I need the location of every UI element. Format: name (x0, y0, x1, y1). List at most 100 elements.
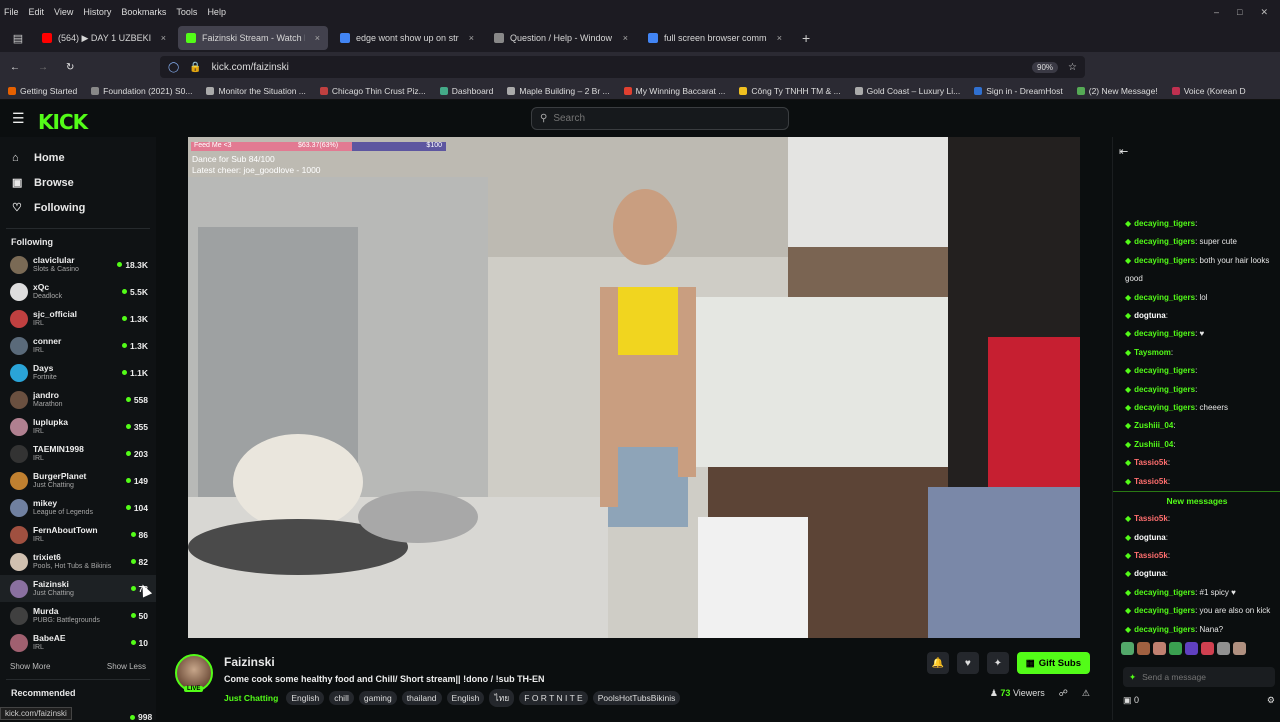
emote-icon[interactable] (1217, 642, 1230, 655)
following-channel[interactable]: claviclular Slots & Casino 18.3K (0, 251, 156, 278)
emote-icon[interactable] (1153, 642, 1166, 655)
minimize-icon[interactable]: – (1214, 7, 1219, 18)
chat-username[interactable]: decaying_tigers (1134, 588, 1195, 597)
chat-username[interactable]: decaying_tigers (1134, 219, 1195, 228)
following-channel[interactable]: luplupka IRL 355 (0, 413, 156, 440)
star-icon[interactable]: ☆ (1068, 62, 1085, 73)
chat-username[interactable]: decaying_tigers (1134, 329, 1195, 338)
tab-close-icon[interactable]: × (623, 33, 628, 43)
chat-username[interactable]: Tassio5k (1134, 458, 1168, 467)
category-link[interactable]: Just Chatting (224, 693, 278, 703)
browser-tab[interactable]: full screen browser command - × (640, 26, 790, 50)
browser-tab[interactable]: Faizinski Stream - Watch Live × (178, 26, 328, 50)
bookmark-item[interactable]: Gold Coast – Luxury Li... (854, 86, 960, 96)
chat-input[interactable] (1142, 672, 1253, 682)
chat-username[interactable]: Zushiii_04 (1134, 421, 1173, 430)
chat-username[interactable]: decaying_tigers (1134, 625, 1195, 634)
browser-tab[interactable]: (564) ▶ DAY 1 UZBEKISTAN × (34, 26, 174, 50)
tab-list-icon[interactable]: ▤ (6, 32, 30, 45)
url-bar[interactable]: ◯ 🔒 kick.com/faizinski 90% ☆ (160, 56, 1085, 78)
heart-icon[interactable]: ♥ (956, 652, 979, 674)
following-channel[interactable]: FernAboutTown IRL 86 (0, 521, 156, 548)
search-box[interactable]: ⚲ (531, 107, 789, 130)
stream-tag[interactable]: gaming (358, 691, 397, 705)
stream-tag[interactable]: chill (329, 691, 354, 705)
tab-close-icon[interactable]: × (315, 33, 320, 43)
streamer-name[interactable]: Faizinski (224, 655, 275, 669)
forward-icon[interactable]: → (38, 62, 48, 73)
following-channel[interactable]: Faizinski Just Chatting 78 (0, 575, 156, 602)
show-more-button[interactable]: Show More (10, 662, 50, 671)
bookmark-item[interactable]: Sign in - DreamHost (974, 86, 1063, 96)
bookmark-item[interactable]: Công Ty TNHH TM & ... (739, 86, 841, 96)
close-icon[interactable]: ✕ (1260, 7, 1268, 18)
bookmark-item[interactable]: Maple Building – 2 Br ... (507, 86, 610, 96)
following-channel[interactable]: Murda PUBG: Battlegrounds 50 (0, 602, 156, 629)
show-less-button[interactable]: Show Less (107, 662, 146, 671)
stream-tag[interactable]: English (446, 691, 485, 705)
emote-icon[interactable] (1169, 642, 1182, 655)
chat-username[interactable]: Zushiii_04 (1134, 440, 1173, 449)
search-input[interactable] (553, 113, 754, 124)
bookmark-item[interactable]: Getting Started (8, 86, 77, 96)
emote-icon[interactable] (1137, 642, 1150, 655)
following-channel[interactable]: sjc_official IRL 1.3K (0, 305, 156, 332)
menu-item-bookmarks[interactable]: Bookmarks (121, 7, 166, 17)
following-channel[interactable]: conner IRL 1.3K (0, 332, 156, 359)
chat-username[interactable]: decaying_tigers (1134, 237, 1195, 246)
stream-tag[interactable]: ไทย (489, 689, 515, 707)
stream-tag[interactable]: thailand (401, 691, 442, 705)
tab-close-icon[interactable]: × (469, 33, 474, 43)
sidebar-item-browse[interactable]: ▣ Browse (0, 170, 156, 195)
chat-input-box[interactable]: ✦ (1123, 667, 1275, 687)
kick-logo[interactable]: KICK (38, 110, 88, 134)
sidebar-item-following[interactable]: ♡ Following (0, 195, 156, 220)
browser-tab[interactable]: Question / Help - Window capt × (486, 26, 636, 50)
chat-username[interactable]: decaying_tigers (1134, 366, 1195, 375)
collapse-chat-icon[interactable]: ⇤ (1119, 145, 1128, 158)
chat-username[interactable]: decaying_tigers (1134, 256, 1195, 265)
menu-item-help[interactable]: Help (207, 7, 226, 17)
new-tab-button[interactable]: + (802, 30, 810, 46)
menu-item-file[interactable]: File (4, 7, 19, 17)
zoom-level[interactable]: 90% (1032, 61, 1059, 73)
gift-subs-button[interactable]: ▦ Gift Subs (1016, 652, 1090, 674)
following-channel[interactable]: xQc Deadlock 5.5K (0, 278, 156, 305)
bookmark-item[interactable]: Dashboard (439, 86, 493, 96)
url-text[interactable]: kick.com/faizinski (212, 62, 289, 73)
browser-tab[interactable]: edge wont show up on streamlabs × (332, 26, 482, 50)
menu-item-tools[interactable]: Tools (176, 7, 197, 17)
report-icon[interactable]: ⚠ (1082, 688, 1090, 699)
chat-username[interactable]: decaying_tigers (1134, 293, 1195, 302)
points-display[interactable]: ▣ 0 (1123, 695, 1139, 706)
following-channel[interactable]: Days Fortnite 1.1K (0, 359, 156, 386)
reload-icon[interactable]: ↻ (66, 62, 74, 73)
following-channel[interactable]: mikey League of Legends 104 (0, 494, 156, 521)
stream-tag[interactable]: PoolsHotTubsBikinis (592, 691, 681, 705)
menu-icon[interactable]: ☰ (12, 110, 25, 127)
settings-icon[interactable]: ⚙ (1267, 695, 1275, 706)
menu-item-view[interactable]: View (54, 7, 73, 17)
chat-username[interactable]: Taysmom (1134, 348, 1171, 357)
chat-username[interactable]: dogtuna (1134, 533, 1166, 542)
chat-username[interactable]: Tassio5k (1134, 514, 1168, 523)
menu-item-history[interactable]: History (83, 7, 111, 17)
emote-icon[interactable] (1233, 642, 1246, 655)
bell-icon[interactable]: 🔔 (926, 652, 949, 674)
following-channel[interactable]: trixiet6 Pools, Hot Tubs & Bikinis 82 (0, 548, 156, 575)
menu-item-edit[interactable]: Edit (29, 7, 45, 17)
shield-icon[interactable]: ◯ (168, 62, 179, 73)
emote-icon[interactable] (1121, 642, 1134, 655)
chat-username[interactable]: dogtuna (1134, 569, 1166, 578)
chat-username[interactable]: decaying_tigers (1134, 606, 1195, 615)
tab-close-icon[interactable]: × (777, 33, 782, 43)
emote-icon[interactable] (1185, 642, 1198, 655)
emote-icon[interactable] (1201, 642, 1214, 655)
bookmark-item[interactable]: Voice (Korean D (1171, 86, 1246, 96)
following-channel[interactable]: jandro Marathon 558 (0, 386, 156, 413)
stream-tag[interactable]: F O R T N I T E (519, 691, 588, 705)
emote-picker-icon[interactable]: ✦ (1129, 672, 1136, 683)
video-player[interactable]: Feed Me <3 $63.37(63%) $100 Dance for Su… (188, 137, 1080, 638)
following-channel[interactable]: TAEMIN1998 IRL 203 (0, 440, 156, 467)
bookmark-item[interactable]: Foundation (2021) S0... (91, 86, 192, 96)
